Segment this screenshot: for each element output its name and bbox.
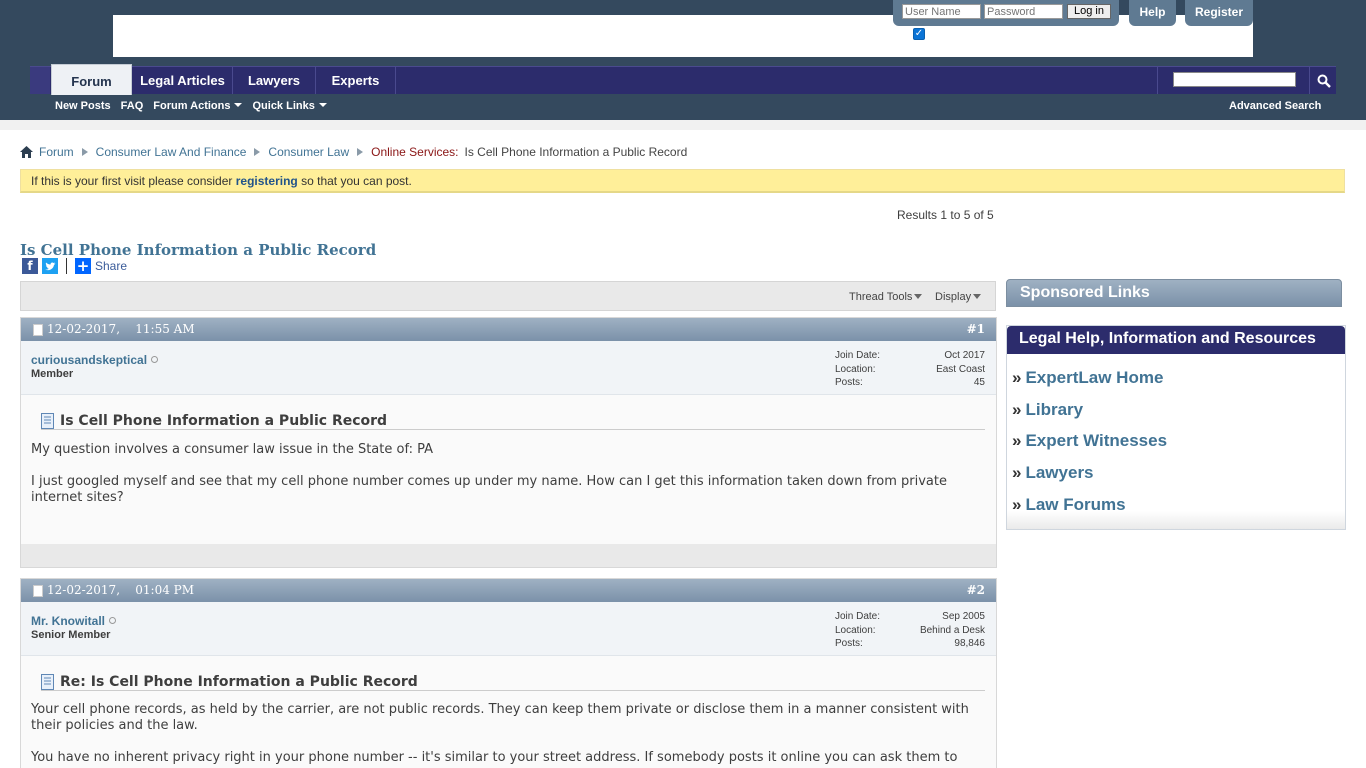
sponsored-links-header: Sponsored Links bbox=[1006, 279, 1342, 307]
post-time: 01:04 PM bbox=[135, 583, 195, 597]
post-time: 11:55 AM bbox=[135, 322, 195, 336]
sub-navigation: New Posts FAQ Forum Actions Quick Links bbox=[55, 100, 327, 112]
subnav-faq[interactable]: FAQ bbox=[121, 100, 144, 112]
username[interactable]: Mr. Knowitall bbox=[31, 614, 117, 628]
box-fade bbox=[1007, 511, 1345, 529]
link-library[interactable]: » Library bbox=[1012, 400, 1345, 432]
checkbox-checked-icon[interactable]: ✓ bbox=[913, 28, 925, 40]
user-info: Mr. Knowitall Senior Member Join Date: Se… bbox=[21, 602, 996, 656]
post-body: My question involves a consumer law issu… bbox=[31, 442, 947, 505]
remember-me-label: Remember Me? bbox=[928, 28, 1000, 40]
notice-text-pre: If this is your first visit please consi… bbox=[31, 174, 233, 188]
post-date: 12-02-2017, 11:55 AM bbox=[47, 322, 195, 336]
post-status-icon bbox=[33, 585, 43, 597]
user-stats: Join Date: Oct 2017 Location: East Coast P… bbox=[835, 350, 985, 388]
thread-tools-menu[interactable]: Thread Tools bbox=[849, 291, 922, 303]
twitter-icon[interactable] bbox=[42, 258, 58, 274]
advanced-search-link[interactable]: Advanced Search bbox=[1229, 100, 1321, 112]
breadcrumb-separator-icon bbox=[254, 148, 261, 156]
facebook-icon[interactable]: f bbox=[22, 258, 38, 274]
results-count: Results 1 to 5 of 5 bbox=[897, 208, 994, 222]
login-box: Log in bbox=[893, 0, 1119, 26]
share-bar: f + Share bbox=[22, 257, 127, 275]
user-title: Member bbox=[31, 368, 74, 380]
home-icon[interactable] bbox=[20, 146, 33, 158]
tab-experts[interactable]: Experts bbox=[316, 67, 396, 94]
breadcrumb-forum[interactable]: Forum bbox=[39, 145, 74, 159]
breadcrumb-separator-icon bbox=[81, 148, 88, 156]
post-header: 12-02-2017, 01:04 PM #2 bbox=[21, 579, 996, 602]
register-button[interactable]: Register bbox=[1185, 0, 1253, 26]
document-icon bbox=[41, 673, 54, 690]
user-title: Senior Member bbox=[31, 629, 111, 641]
username[interactable]: curiousandskeptical bbox=[31, 353, 159, 367]
notice-text-post: so that you can post. bbox=[301, 174, 412, 188]
offline-status-icon bbox=[151, 356, 159, 363]
breadcrumb: Forum Consumer Law And Finance Consumer … bbox=[20, 145, 687, 159]
post-number[interactable]: #1 bbox=[967, 318, 985, 341]
registering-link[interactable]: registering bbox=[236, 174, 298, 188]
document-icon bbox=[41, 412, 54, 429]
help-button[interactable]: Help bbox=[1129, 0, 1176, 26]
link-expert-witnesses[interactable]: » Expert Witnesses bbox=[1012, 431, 1345, 463]
password-input[interactable] bbox=[984, 4, 1063, 19]
first-visit-notice: If this is your first visit please consi… bbox=[20, 169, 1345, 193]
share-divider bbox=[66, 258, 67, 274]
breadcrumb-current: Is Cell Phone Information a Public Recor… bbox=[464, 145, 688, 159]
post-date: 12-02-2017, 01:04 PM bbox=[47, 583, 195, 597]
search-button[interactable] bbox=[1309, 67, 1338, 94]
breadcrumb-current-prefix: Online Services: bbox=[371, 145, 459, 159]
main-navbar: Forum Legal Articles Lawyers Experts bbox=[30, 64, 1337, 95]
legal-help-title: Legal Help, Information and Resources bbox=[1007, 326, 1345, 354]
link-expertlaw-home[interactable]: » ExpertLaw Home bbox=[1012, 368, 1345, 400]
post-number[interactable]: #2 bbox=[967, 579, 985, 602]
subnav-new-posts[interactable]: New Posts bbox=[55, 100, 111, 112]
username-input[interactable] bbox=[902, 4, 981, 19]
breadcrumb-consumer-law-finance[interactable]: Consumer Law And Finance bbox=[96, 145, 247, 159]
login-button[interactable]: Log in bbox=[1067, 4, 1111, 19]
user-stats: Join Date: Sep 2005 Location: Behind a Des… bbox=[835, 611, 985, 649]
subnav-forum-actions[interactable]: Forum Actions bbox=[153, 100, 242, 112]
resource-links: » ExpertLaw Home » Library » Expert Witness… bbox=[1007, 354, 1345, 526]
link-lawyers[interactable]: » Lawyers bbox=[1012, 463, 1345, 495]
share-plus-icon[interactable]: + bbox=[75, 257, 91, 275]
post-title: Is Cell Phone Information a Public Recor… bbox=[41, 412, 985, 430]
search-icon bbox=[1317, 74, 1331, 88]
remember-me[interactable]: ✓ Remember Me? bbox=[913, 28, 1000, 40]
post-footer bbox=[21, 544, 996, 567]
display-menu[interactable]: Display bbox=[935, 291, 981, 303]
thread-title[interactable]: Is Cell Phone Information a Public Recor… bbox=[20, 241, 376, 259]
legal-help-box: Legal Help, Information and Resources » E… bbox=[1006, 325, 1346, 530]
search-input[interactable] bbox=[1173, 72, 1296, 87]
tab-lawyers[interactable]: Lawyers bbox=[233, 67, 316, 94]
post-body: Your cell phone records, as held by the … bbox=[31, 702, 969, 765]
offline-status-icon bbox=[109, 617, 117, 624]
search-area bbox=[1157, 67, 1337, 94]
subnav-quick-links[interactable]: Quick Links bbox=[252, 100, 326, 112]
post-2: 12-02-2017, 01:04 PM #2 Mr. Knowitall Se… bbox=[20, 578, 997, 768]
post-status-icon bbox=[33, 324, 43, 336]
user-info: curiousandskeptical Member Join Date: Oct… bbox=[21, 341, 996, 395]
tab-legal-articles[interactable]: Legal Articles bbox=[133, 67, 233, 94]
post-1: 12-02-2017, 11:55 AM #1 curiousandskepti… bbox=[20, 317, 997, 568]
breadcrumb-separator-icon bbox=[357, 148, 364, 156]
breadcrumb-consumer-law[interactable]: Consumer Law bbox=[268, 145, 349, 159]
share-label[interactable]: Share bbox=[95, 259, 127, 273]
post-title: Re: Is Cell Phone Information a Public R… bbox=[41, 673, 985, 691]
thread-tools-bar: Thread Tools Display bbox=[20, 281, 996, 311]
tab-forum[interactable]: Forum bbox=[51, 64, 132, 95]
post-header: 12-02-2017, 11:55 AM #1 bbox=[21, 318, 996, 341]
